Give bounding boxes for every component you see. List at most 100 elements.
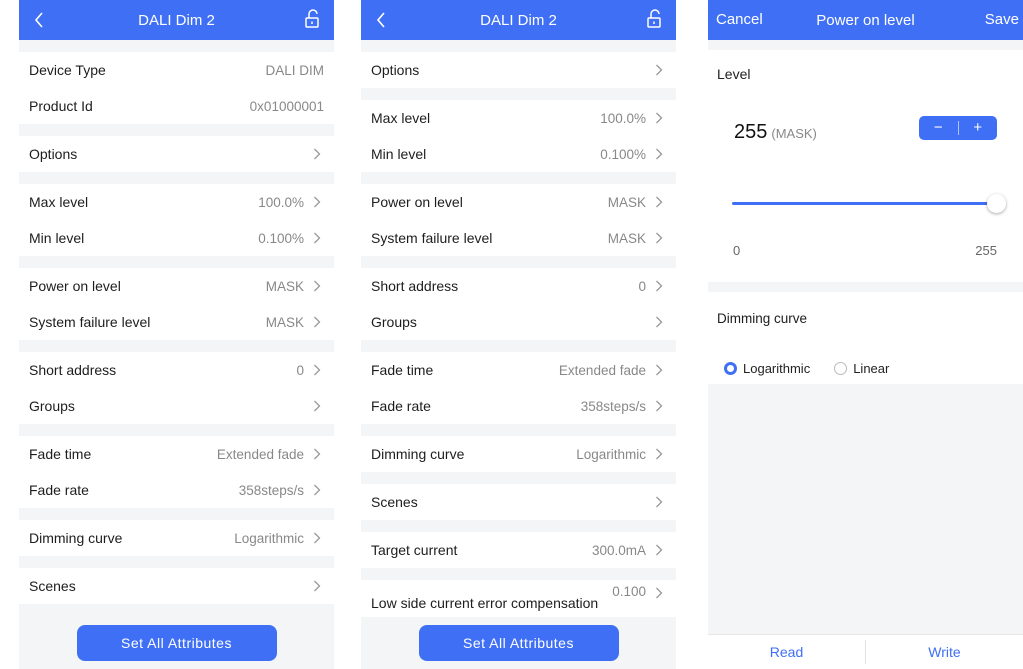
chevron-right-icon: [652, 495, 666, 509]
slider-max-label: 255: [975, 243, 997, 258]
chevron-right-icon: [652, 147, 666, 161]
row-label: Scenes: [29, 578, 76, 594]
read-write-bar: Read Write: [708, 634, 1023, 669]
row-max-level[interactable]: Max level 100.0%: [361, 100, 676, 136]
chevron-right-icon: [310, 279, 324, 293]
chevron-right-icon: [310, 531, 324, 545]
row-options[interactable]: Options: [361, 52, 676, 88]
row-short-address[interactable]: Short address 0: [361, 268, 676, 304]
back-chevron-icon[interactable]: [371, 8, 391, 32]
device-settings-screen-2: DALI Dim 2 Options Max level 100.0% Min lev…: [361, 0, 676, 669]
chevron-right-icon: [652, 363, 666, 377]
chevron-right-icon: [310, 579, 324, 593]
row-label: Low side current error compensation: [371, 594, 599, 611]
row-label: Groups: [371, 314, 417, 330]
row-max-level[interactable]: Max level 100.0%: [19, 184, 334, 220]
read-button[interactable]: Read: [708, 644, 865, 660]
settings-group: Fade time Extended fade Fade rate 358steps/…: [361, 352, 676, 424]
top-bar: Cancel Power on level Save: [708, 0, 1023, 40]
back-chevron-icon[interactable]: [29, 8, 49, 32]
row-min-level[interactable]: Min level 0.100%: [19, 220, 334, 256]
row-label: Min level: [29, 230, 85, 246]
save-button[interactable]: Save: [985, 11, 1019, 28]
row-system-failure-level[interactable]: System failure level MASK: [19, 304, 334, 340]
row-options[interactable]: Options: [19, 136, 334, 172]
row-scenes[interactable]: Scenes: [361, 484, 676, 520]
unlock-icon[interactable]: [646, 9, 666, 31]
row-short-address[interactable]: Short address 0: [19, 352, 334, 388]
settings-group: Options: [19, 136, 334, 172]
row-value: MASK: [607, 194, 646, 210]
chevron-right-icon: [310, 315, 324, 329]
row-fade-time[interactable]: Fade time Extended fade: [19, 436, 334, 472]
chevron-right-icon: [310, 195, 324, 209]
row-label: Min level: [371, 146, 427, 162]
row-target-current[interactable]: Target current 300.0mA: [361, 532, 676, 568]
curve-option-label: Linear: [853, 361, 890, 376]
row-value: 0x01000001: [249, 98, 324, 114]
row-value: 100.0%: [600, 110, 646, 126]
row-label: Options: [371, 62, 420, 78]
row-label: Fade rate: [371, 398, 431, 414]
row-min-level[interactable]: Min level 0.100%: [361, 136, 676, 172]
cancel-button[interactable]: Cancel: [716, 11, 763, 28]
row-value: 0.100: [612, 584, 646, 599]
curve-option-logarithmic[interactable]: Logarithmic: [724, 361, 810, 376]
settings-group: Scenes: [361, 484, 676, 520]
unlock-icon[interactable]: [304, 9, 324, 31]
chevron-right-icon: [652, 63, 666, 77]
row-value: MASK: [265, 278, 304, 294]
dimming-curve-options: Logarithmic Linear: [724, 361, 913, 376]
settings-group: Options: [361, 52, 676, 88]
row-label: Target current: [371, 542, 458, 558]
footer: Set All Attributes: [361, 617, 676, 669]
settings-group: Dimming curve Logarithmic: [361, 436, 676, 472]
chevron-right-icon: [652, 111, 666, 125]
section-gap: [708, 40, 1023, 50]
settings-group: Power on level MASK System failure level MA…: [19, 268, 334, 340]
row-fade-rate[interactable]: Fade rate 358steps/s: [361, 388, 676, 424]
slider-min-label: 0: [733, 243, 741, 258]
curve-option-linear[interactable]: Linear: [834, 361, 889, 376]
row-value: MASK: [265, 314, 304, 330]
decrement-button[interactable]: −: [919, 116, 958, 140]
device-settings-screen-1: DALI Dim 2 Device Type DALI DIM Product Id…: [19, 0, 334, 669]
row-dimming-curve[interactable]: Dimming curve Logarithmic: [19, 520, 334, 556]
row-label: Short address: [371, 278, 459, 294]
section-gap: [708, 282, 1023, 292]
level-slider-thumb[interactable]: [986, 194, 1006, 213]
row-power-on-level[interactable]: Power on level MASK: [361, 184, 676, 220]
radio-unselected-icon[interactable]: [834, 362, 848, 375]
row-value: DALI DIM: [265, 62, 324, 78]
settings-group: Dimming curve Logarithmic: [19, 520, 334, 556]
row-label: Short address: [29, 362, 117, 378]
row-system-failure-level[interactable]: System failure level MASK: [361, 220, 676, 256]
settings-group: Short address 0 Groups: [361, 268, 676, 340]
set-all-attributes-button[interactable]: Set All Attributes: [418, 625, 619, 661]
chevron-right-icon: [652, 315, 666, 329]
row-groups[interactable]: Groups: [19, 388, 334, 424]
row-value: 0.100%: [600, 146, 646, 162]
page-title: Power on level: [816, 11, 915, 29]
settings-group: Power on level MASK System failure level MA…: [361, 184, 676, 256]
row-dimming-curve[interactable]: Dimming curve Logarithmic: [361, 436, 676, 472]
row-fade-rate[interactable]: Fade rate 358steps/s: [19, 472, 334, 508]
increment-button[interactable]: +: [959, 116, 998, 140]
row-label: System failure level: [29, 314, 151, 330]
chevron-right-icon: [652, 543, 666, 557]
row-value: 100.0%: [258, 194, 304, 210]
level-stepper: − +: [919, 116, 997, 140]
level-slider-track[interactable]: [732, 202, 996, 205]
row-label: Options: [29, 146, 78, 162]
row-power-on-level[interactable]: Power on level MASK: [19, 268, 334, 304]
level-value: 255: [734, 121, 768, 143]
set-all-attributes-button[interactable]: Set All Attributes: [76, 625, 277, 661]
settings-group: Target current 300.0mA: [361, 532, 676, 568]
settings-group: Max level 100.0% Min level 0.100%: [361, 100, 676, 172]
row-groups[interactable]: Groups: [361, 304, 676, 340]
row-scenes[interactable]: Scenes: [19, 568, 334, 604]
radio-selected-icon[interactable]: [724, 362, 737, 375]
row-fade-time[interactable]: Fade time Extended fade: [361, 352, 676, 388]
chevron-right-icon: [310, 447, 324, 461]
write-button[interactable]: Write: [866, 644, 1023, 660]
